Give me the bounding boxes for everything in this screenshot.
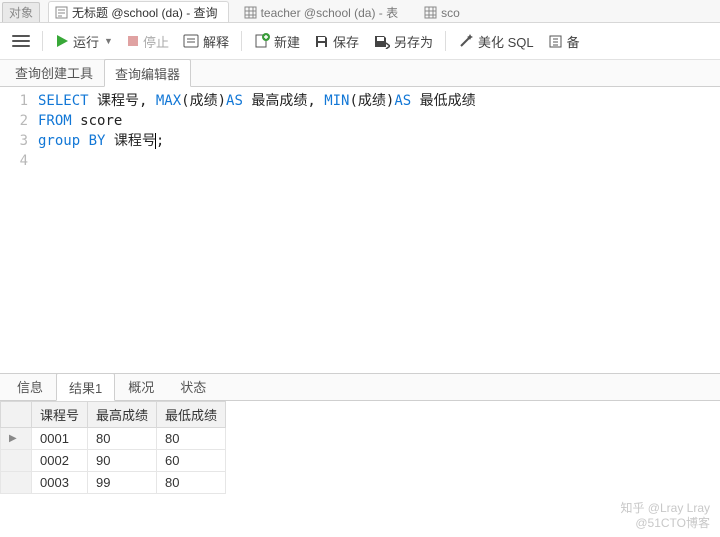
result-tab[interactable]: 结果1 <box>56 373 115 401</box>
beautify-button[interactable]: 美化 SQL <box>452 29 540 54</box>
chevron-down-icon: ▼ <box>104 36 113 46</box>
sql-editor[interactable]: 1234 SELECT 课程号, MAX(成绩)AS 最高成绩, MIN(成绩)… <box>0 87 720 373</box>
play-icon <box>55 34 69 48</box>
new-label: 新建 <box>274 32 300 51</box>
new-button[interactable]: 新建 <box>248 29 306 54</box>
cell[interactable]: 0002 <box>32 450 88 472</box>
hamburger-button[interactable] <box>6 31 36 51</box>
stop-label: 停止 <box>143 32 169 51</box>
separator <box>445 31 446 51</box>
backup-label: 备 <box>567 32 580 51</box>
window-tab-bar: 对象 无标题 @school (da) - 查询 teacher @school … <box>0 0 720 23</box>
beautify-label: 美化 SQL <box>478 32 534 51</box>
run-button[interactable]: 运行 ▼ <box>49 29 119 54</box>
cell[interactable]: 80 <box>157 428 226 450</box>
row-marker <box>1 450 32 472</box>
result-tab-bar: 信息结果1概况状态 <box>0 373 720 401</box>
row-header-corner <box>1 402 32 428</box>
save-button[interactable]: 保存 <box>308 29 365 54</box>
cell[interactable]: 90 <box>88 450 157 472</box>
cell[interactable]: 0001 <box>32 428 88 450</box>
watermark: 知乎 @Lray Lray @51CTO博客 <box>620 501 710 531</box>
explain-button[interactable]: 解释 <box>177 29 235 54</box>
column-header[interactable]: 课程号 <box>32 402 88 428</box>
column-header[interactable]: 最低成绩 <box>157 402 226 428</box>
objects-label: 对象 <box>2 2 40 22</box>
row-marker <box>1 472 32 494</box>
toolbar: 运行 ▼ 停止 解释 新建 保存 另存为 美化 SQL 备 <box>0 23 720 60</box>
save-icon <box>314 34 329 49</box>
stop-icon <box>127 35 139 47</box>
backup-icon <box>548 34 563 49</box>
watermark-line: @51CTO博客 <box>620 516 710 531</box>
new-icon <box>254 33 270 49</box>
query-icon <box>55 6 68 19</box>
window-tab[interactable]: teacher @school (da) - 表 <box>237 1 410 22</box>
run-label: 运行 <box>73 32 99 51</box>
row-marker: ▶ <box>1 428 32 450</box>
window-tab[interactable]: 无标题 @school (da) - 查询 <box>48 1 229 22</box>
backup-button[interactable]: 备 <box>542 29 586 54</box>
window-tab-label: sco <box>441 6 460 20</box>
separator <box>241 31 242 51</box>
result-tab[interactable]: 概况 <box>115 372 167 400</box>
table-row[interactable]: 00029060 <box>1 450 226 472</box>
tab-query-builder[interactable]: 查询创建工具 <box>4 58 104 86</box>
column-header[interactable]: 最高成绩 <box>88 402 157 428</box>
cell[interactable]: 99 <box>88 472 157 494</box>
cell[interactable]: 80 <box>157 472 226 494</box>
cell[interactable]: 80 <box>88 428 157 450</box>
result-grid[interactable]: 课程号最高成绩最低成绩▶000180800002906000039980 <box>0 401 226 494</box>
stop-button[interactable]: 停止 <box>121 29 175 54</box>
separator <box>42 31 43 51</box>
result-tab[interactable]: 信息 <box>4 372 56 400</box>
saveas-button[interactable]: 另存为 <box>367 29 439 54</box>
table-row[interactable]: 00039980 <box>1 472 226 494</box>
window-tab[interactable]: sco <box>417 1 471 22</box>
saveas-label: 另存为 <box>394 32 433 51</box>
saveas-icon <box>373 34 390 49</box>
save-label: 保存 <box>333 32 359 51</box>
explain-icon <box>183 34 199 48</box>
result-tab[interactable]: 状态 <box>167 372 219 400</box>
cell[interactable]: 0003 <box>32 472 88 494</box>
explain-label: 解释 <box>203 32 229 51</box>
cell[interactable]: 60 <box>157 450 226 472</box>
table-row[interactable]: ▶00018080 <box>1 428 226 450</box>
window-tab-label: teacher @school (da) - 表 <box>261 4 399 21</box>
hamburger-icon <box>12 34 30 48</box>
line-gutter: 1234 <box>0 87 34 373</box>
watermark-line: 知乎 @Lray Lray <box>620 501 710 516</box>
editor-tab-bar: 查询创建工具 查询编辑器 <box>0 60 720 87</box>
sql-code[interactable]: SELECT 课程号, MAX(成绩)AS 最高成绩, MIN(成绩)AS 最低… <box>34 87 720 373</box>
table-icon <box>424 6 437 19</box>
wand-icon <box>458 33 474 49</box>
tab-query-editor[interactable]: 查询编辑器 <box>104 59 191 87</box>
window-tab-label: 无标题 @school (da) - 查询 <box>72 4 218 21</box>
table-icon <box>244 6 257 19</box>
